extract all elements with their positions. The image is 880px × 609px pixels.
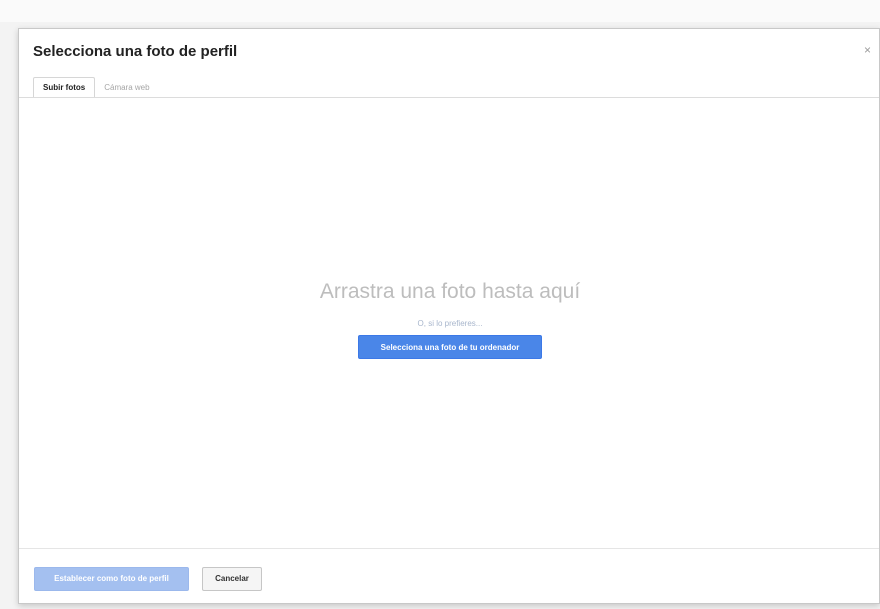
close-icon[interactable]: × [864, 43, 871, 57]
dialog-title: Selecciona una foto de perfil [33, 43, 238, 60]
profile-photo-dialog: Selecciona una foto de perfil × Subir fo… [18, 28, 880, 604]
photo-drop-zone[interactable]: Arrastra una foto hasta aquí O, si lo pr… [19, 98, 879, 548]
footer-divider [19, 548, 879, 549]
select-photo-from-computer-button[interactable]: Selecciona una foto de tu ordenador [358, 335, 542, 359]
tab-webcam[interactable]: Cámara web [95, 78, 158, 97]
cancel-button[interactable]: Cancelar [202, 567, 262, 591]
tab-bar: Subir fotos Cámara web [33, 75, 159, 98]
drop-heading: Arrastra una foto hasta aquí [319, 280, 581, 303]
background-page-strip [0, 0, 880, 22]
set-as-profile-photo-button[interactable]: Establecer como foto de perfil [34, 567, 189, 591]
drop-or-text: O, si lo prefieres... [417, 319, 483, 328]
tab-upload-photos[interactable]: Subir fotos [33, 77, 96, 98]
